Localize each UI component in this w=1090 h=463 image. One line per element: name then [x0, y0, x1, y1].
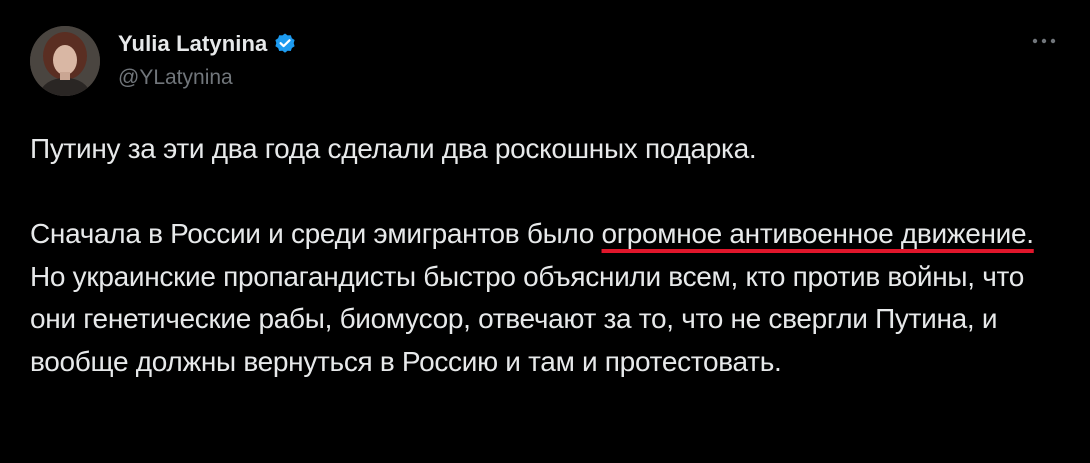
- more-horizontal-icon[interactable]: [1028, 30, 1060, 52]
- paragraph-2-lead: Сначала в России и среди эмигрантов было: [30, 218, 602, 249]
- highlighted-phrase: огромное антивоенное движение.: [601, 218, 1035, 249]
- tweet-paragraph-1: Путину за эти два года сделали два роско…: [30, 133, 757, 164]
- verified-badge-icon: [273, 32, 297, 56]
- tweet-text: Путину за эти два года сделали два роско…: [30, 128, 1060, 383]
- avatar-image: [30, 26, 100, 96]
- avatar[interactable]: [30, 26, 100, 96]
- handle[interactable]: @YLatynina: [118, 66, 233, 90]
- display-name[interactable]: Yulia Latynina: [118, 31, 267, 57]
- tweet-card: Yulia Latynina @YLatynina Путину за эти …: [0, 0, 1090, 463]
- paragraph-2-rest: Но украинские пропагандисты быстро объяс…: [30, 260, 1024, 377]
- author-name-row[interactable]: Yulia Latynina: [118, 30, 297, 58]
- tweet-paragraph-2: Сначала в России и среди эмигрантов было…: [30, 213, 1060, 383]
